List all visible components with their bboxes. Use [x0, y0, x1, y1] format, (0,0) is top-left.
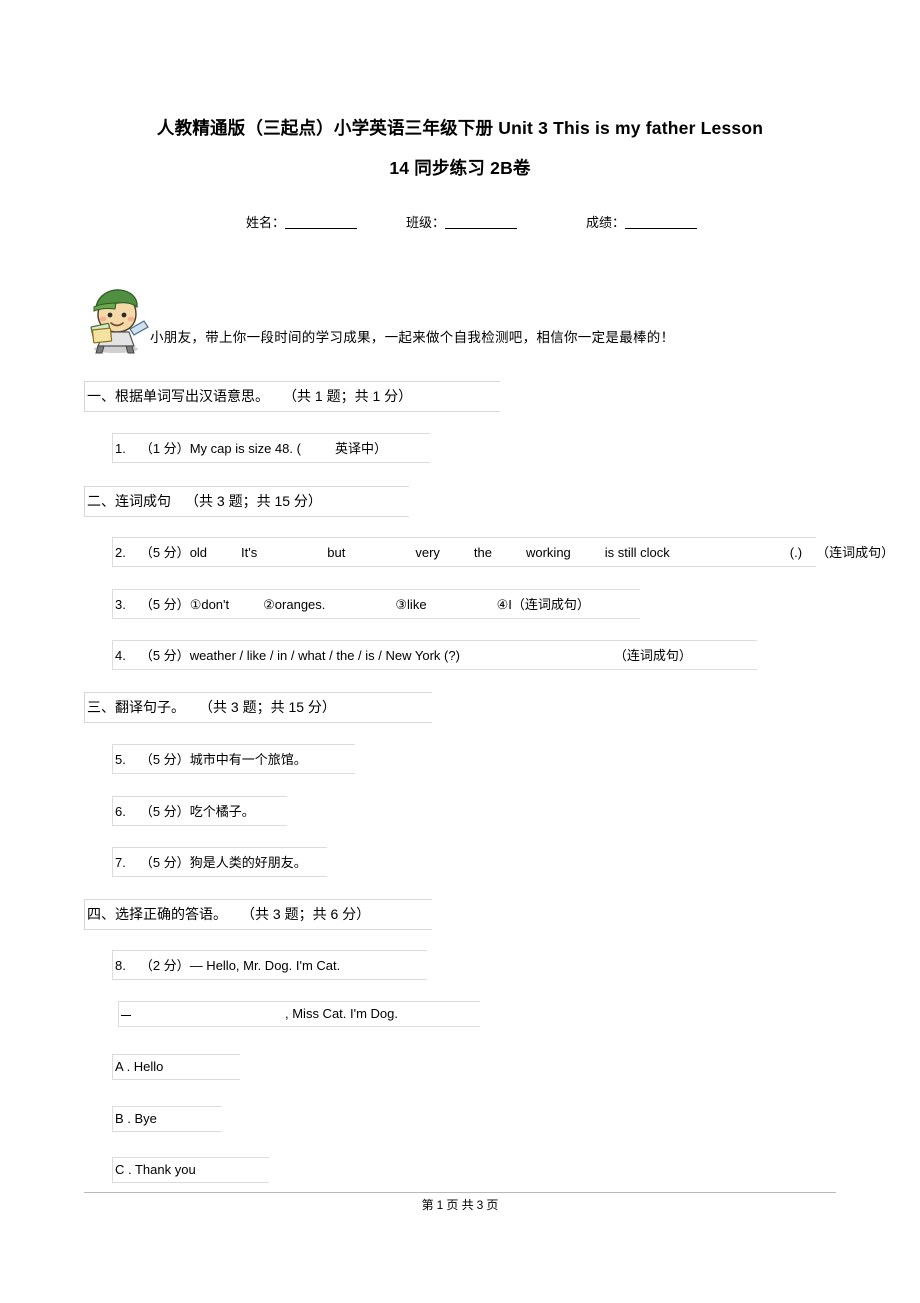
question-1-points: （1 分）: [139, 441, 190, 456]
footer-suffix: 页: [486, 1198, 499, 1212]
question-2-word-7: is still clock: [604, 545, 670, 560]
page-title-line2: 14 同步练习 2B卷: [389, 158, 531, 178]
answer-dash-icon: [121, 1008, 131, 1016]
question-8-option-c-label: C . Thank you: [115, 1162, 196, 1177]
section-4-title: 选择正确的答语。: [115, 906, 227, 922]
page-title-line1: 人教精通版（三起点）小学英语三年级下册 Unit 3 This is my fa…: [156, 118, 764, 138]
section-header-2: 二、连词成句 （共 3 题；共 15 分）: [84, 486, 409, 517]
student-name-blank[interactable]: [285, 215, 358, 229]
intro-text: 小朋友，带上你一段时间的学习成果，一起来做个自我检测吧，相信你一定是最棒的！: [150, 330, 675, 345]
section-3-number: 三、: [87, 699, 115, 715]
question-2-word-8: (.): [789, 545, 803, 560]
section-1-title: 根据单词写出汉语意思。: [115, 388, 269, 404]
section-header-4: 四、选择正确的答语。 （共 3 题；共 6 分）: [84, 899, 432, 930]
section-2-title: 连词成句: [115, 493, 171, 509]
question-8-option-a[interactable]: A . Hello: [112, 1054, 240, 1080]
question-3-tag: （连词成句）: [511, 597, 590, 612]
question-2-points: （5 分）: [139, 545, 190, 560]
student-class-blank[interactable]: [445, 215, 518, 229]
question-4: 4. （5 分）weather / like / in / what / the …: [112, 640, 757, 670]
question-1-tail: ）: [373, 441, 387, 456]
question-8-answer-text: , Miss Cat. I'm Dog.: [285, 1006, 399, 1021]
question-8-answer-line: , Miss Cat. I'm Dog.: [118, 1001, 480, 1027]
question-2-word-1: old: [189, 545, 208, 560]
question-6: 6. （5 分）吃个橘子。: [112, 796, 287, 826]
page-title: 人教精通版（三起点）小学英语三年级下册 Unit 3 This is my fa…: [84, 108, 836, 188]
question-7-points: （5 分）: [139, 855, 190, 870]
question-5-number: 5.: [115, 752, 126, 767]
question-4-words: weather / like / in / what / the / is / …: [189, 648, 460, 663]
question-2-number: 2.: [115, 545, 126, 560]
question-3-word-2: ②oranges.: [263, 597, 326, 612]
question-2-word-5: the: [473, 545, 492, 560]
question-4-tag: （连词成句）: [613, 648, 692, 663]
question-1: 1. （1 分）My cap is size 48. ( 英译中）: [112, 433, 430, 463]
student-name-label: 姓名：: [246, 215, 286, 230]
question-8: 8. （2 分）— Hello, Mr. Dog. I'm Cat.: [112, 950, 427, 980]
question-4-points: （5 分）: [139, 648, 190, 663]
question-2-word-2: It's: [241, 545, 258, 560]
question-1-tag: 英译中: [334, 441, 374, 456]
question-2: 2. （5 分）old It's but very the working is still …: [112, 537, 894, 567]
student-score-field[interactable]: 成绩：: [586, 212, 698, 231]
question-7: 7. （5 分）狗是人类的好朋友。: [112, 847, 327, 877]
question-2-word-6: working: [525, 545, 571, 560]
question-3-word-4: ④I: [496, 597, 512, 612]
question-6-text: 吃个橘子。: [189, 804, 255, 819]
question-5: 5. （5 分）城市中有一个旅馆。: [112, 744, 355, 774]
footer-divider: [84, 1192, 836, 1193]
question-3: 3. （5 分）①don't ②oranges. ③like ④I（连词成句）: [112, 589, 640, 619]
question-8-points: （2 分）: [139, 958, 190, 973]
question-8-option-b-label: B . Bye: [115, 1111, 157, 1126]
section-1-count: （共 1 题；共 1 分）: [283, 388, 413, 404]
footer-mid: 页 共: [446, 1198, 474, 1212]
question-2-word-3: but: [327, 545, 346, 560]
question-8-text: — Hello, Mr. Dog. I'm Cat.: [189, 958, 341, 973]
section-3-count: （共 3 题；共 15 分）: [199, 699, 336, 715]
question-8-option-b[interactable]: B . Bye: [112, 1106, 222, 1132]
student-score-blank[interactable]: [625, 215, 698, 229]
student-name-field[interactable]: 姓名：: [246, 212, 358, 231]
question-6-number: 6.: [115, 804, 126, 819]
question-8-option-c[interactable]: C . Thank you: [112, 1157, 269, 1183]
question-1-text: My cap is size 48. (: [189, 441, 301, 456]
question-6-points: （5 分）: [139, 804, 190, 819]
question-8-number: 8.: [115, 958, 126, 973]
section-header-1: 一、根据单词写出汉语意思。 （共 1 题；共 1 分）: [84, 381, 500, 412]
question-3-number: 3.: [115, 597, 126, 612]
section-2-number: 二、: [87, 493, 115, 509]
question-5-points: （5 分）: [139, 752, 190, 767]
question-7-text: 狗是人类的好朋友。: [189, 855, 307, 870]
section-4-count: （共 3 题；共 6 分）: [241, 906, 371, 922]
question-2-word-4: very: [415, 545, 440, 560]
question-3-word-3: ③like: [395, 597, 427, 612]
student-score-label: 成绩：: [586, 215, 626, 230]
question-7-number: 7.: [115, 855, 126, 870]
question-1-number: 1.: [115, 441, 126, 456]
worksheet-page: 人教精通版（三起点）小学英语三年级下册 Unit 3 This is my fa…: [0, 0, 920, 1303]
page-footer: 第1页 共3页: [84, 1196, 836, 1213]
footer-prefix: 第: [421, 1198, 434, 1212]
question-4-number: 4.: [115, 648, 126, 663]
section-2-count: （共 3 题；共 15 分）: [185, 493, 322, 509]
section-1-number: 一、: [87, 388, 115, 404]
question-3-word-1: ①don't: [189, 597, 230, 612]
mascot-illustration-icon: [82, 285, 154, 355]
section-4-number: 四、: [87, 906, 115, 922]
question-2-tag: （连词成句）: [816, 545, 895, 560]
section-3-title: 翻译句子。: [115, 699, 185, 715]
footer-total-pages: 3: [476, 1198, 484, 1212]
question-8-option-a-label: A . Hello: [115, 1059, 164, 1074]
student-class-field[interactable]: 班级：: [406, 212, 518, 231]
question-5-text: 城市中有一个旅馆。: [189, 752, 307, 767]
section-header-3: 三、翻译句子。 （共 3 题；共 15 分）: [84, 692, 432, 723]
question-3-points: （5 分）: [139, 597, 190, 612]
footer-current-page: 1: [436, 1198, 444, 1212]
student-class-label: 班级：: [406, 215, 446, 230]
